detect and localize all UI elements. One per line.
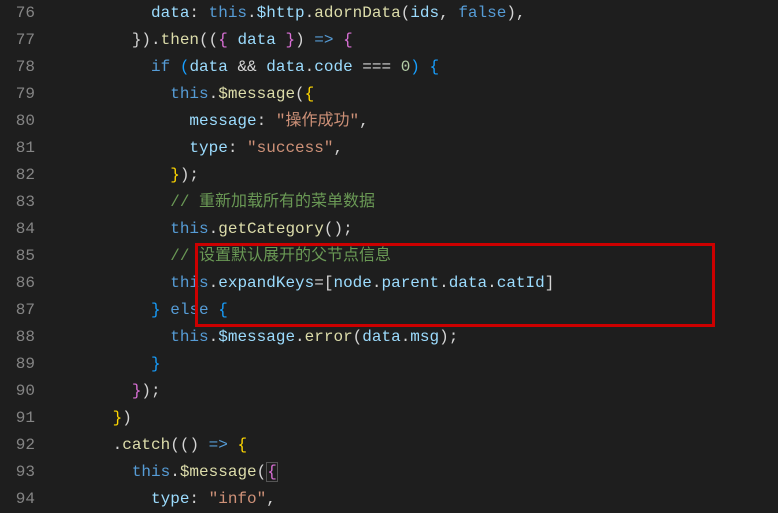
code-line[interactable]: });: [55, 162, 778, 189]
code-line[interactable]: message: "操作成功",: [55, 108, 778, 135]
line-number: 91: [10, 405, 35, 432]
line-number: 76: [10, 0, 35, 27]
code-line[interactable]: } else {: [55, 297, 778, 324]
line-number: 84: [10, 216, 35, 243]
code-line[interactable]: }: [55, 351, 778, 378]
code-line[interactable]: // 重新加载所有的菜单数据: [55, 189, 778, 216]
line-number: 80: [10, 108, 35, 135]
line-number: 77: [10, 27, 35, 54]
code-line[interactable]: .catch(() => {: [55, 432, 778, 459]
line-number: 85: [10, 243, 35, 270]
line-number: 82: [10, 162, 35, 189]
line-number: 88: [10, 324, 35, 351]
line-number: 92: [10, 432, 35, 459]
line-number: 87: [10, 297, 35, 324]
code-line[interactable]: type: "success",: [55, 135, 778, 162]
code-editor: 76 77 78 79 80 81 82 83 84 85 86 87 88 8…: [0, 0, 778, 513]
code-line[interactable]: }): [55, 405, 778, 432]
code-line[interactable]: });: [55, 378, 778, 405]
code-line[interactable]: this.expandKeys=[node.parent.data.catId]: [55, 270, 778, 297]
line-number: 94: [10, 486, 35, 513]
line-number: 89: [10, 351, 35, 378]
line-number: 93: [10, 459, 35, 486]
code-line[interactable]: this.$message({: [55, 459, 778, 486]
code-line[interactable]: // 设置默认展开的父节点信息: [55, 243, 778, 270]
line-number: 79: [10, 81, 35, 108]
code-line[interactable]: data: this.$http.adornData(ids, false),: [55, 0, 778, 27]
line-number-gutter: 76 77 78 79 80 81 82 83 84 85 86 87 88 8…: [0, 0, 55, 513]
code-line[interactable]: this.$message.error(data.msg);: [55, 324, 778, 351]
code-line[interactable]: this.$message({: [55, 81, 778, 108]
line-number: 90: [10, 378, 35, 405]
code-line[interactable]: }).then(({ data }) => {: [55, 27, 778, 54]
line-number: 78: [10, 54, 35, 81]
code-content[interactable]: data: this.$http.adornData(ids, false), …: [55, 0, 778, 513]
line-number: 83: [10, 189, 35, 216]
code-line[interactable]: this.getCategory();: [55, 216, 778, 243]
line-number: 81: [10, 135, 35, 162]
code-line[interactable]: if (data && data.code === 0) {: [55, 54, 778, 81]
code-line[interactable]: type: "info",: [55, 486, 778, 513]
line-number: 86: [10, 270, 35, 297]
